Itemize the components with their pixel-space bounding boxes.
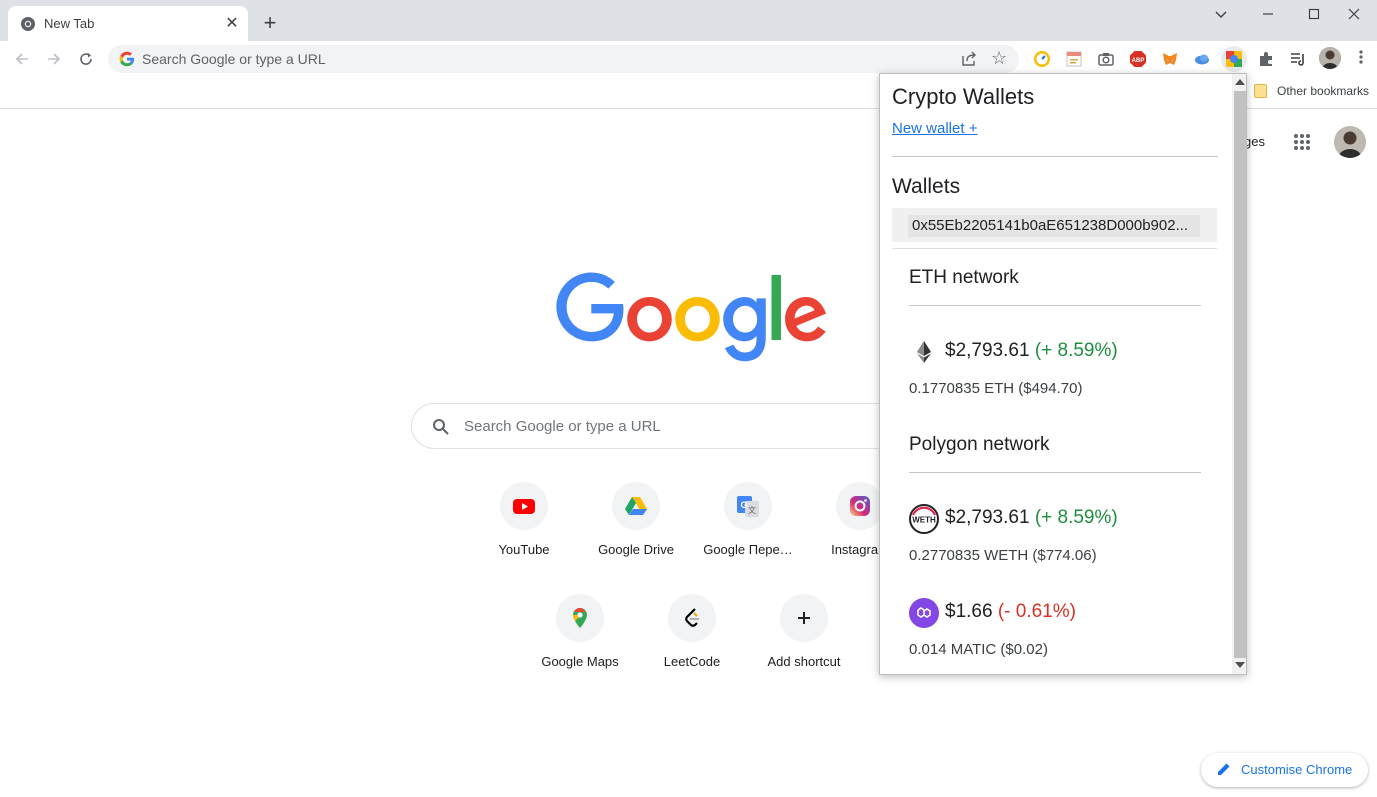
- extension-active-wallet-icon[interactable]: [1221, 46, 1247, 72]
- extension-adblock-icon[interactable]: ABP: [1129, 50, 1147, 68]
- popup-scrollbar[interactable]: [1232, 74, 1246, 674]
- svg-text:WETH: WETH: [912, 516, 936, 525]
- scroll-up-icon[interactable]: [1235, 79, 1245, 85]
- address-bar[interactable]: Search Google or type a URL ☆: [108, 45, 1019, 73]
- shortcut-label: Google Пере…: [703, 542, 793, 557]
- google-translate-icon: G文: [737, 496, 759, 517]
- divider: [892, 248, 1217, 249]
- price-value: $1.66: [945, 601, 993, 622]
- tab-close-icon[interactable]: ✕: [222, 14, 242, 34]
- shortcut-youtube[interactable]: YouTube: [468, 482, 580, 594]
- shortcut-label: Google Drive: [598, 542, 674, 557]
- shortcut-google-maps[interactable]: Google Maps: [524, 594, 636, 706]
- asset-price: $1.66 (- 0.61%): [945, 601, 1076, 623]
- shortcut-leetcode[interactable]: LeetCode: [636, 594, 748, 706]
- shortcut-label: Add shortcut: [767, 654, 841, 669]
- divider: [909, 472, 1201, 473]
- google-logo: [556, 272, 826, 362]
- add-shortcut-button[interactable]: Add shortcut: [748, 594, 860, 706]
- tab-strip: New Tab ✕ +: [0, 0, 1377, 41]
- asset-price: $2,793.61 (+ 8.59%): [945, 507, 1118, 529]
- reading-list-icon[interactable]: [1289, 50, 1307, 68]
- leetcode-icon: [685, 608, 699, 627]
- profile-avatar[interactable]: [1319, 47, 1341, 69]
- tab-search-icon[interactable]: [1198, 0, 1244, 28]
- asset-price: $2,793.61 (+ 8.59%): [945, 340, 1118, 362]
- svg-text:ABP: ABP: [1132, 58, 1145, 64]
- instagram-icon: [850, 496, 870, 516]
- extension-stopwatch-icon[interactable]: [1033, 50, 1051, 68]
- other-bookmarks-label: Other bookmarks: [1277, 84, 1370, 98]
- minimize-icon[interactable]: [1245, 0, 1291, 28]
- tab-new-tab[interactable]: New Tab ✕: [8, 6, 248, 41]
- shortcut-google-translate[interactable]: G文 Google Пере…: [692, 482, 804, 594]
- shortcut-label: Google Maps: [541, 654, 619, 669]
- wallet-address: 0x55Eb2205141b0aE651238D000b902...: [908, 215, 1200, 237]
- youtube-icon: [513, 499, 535, 514]
- polygon-matic-icon: [909, 598, 939, 628]
- extension-camera-icon[interactable]: [1097, 50, 1115, 68]
- folder-icon: [1254, 84, 1267, 98]
- scroll-thumb[interactable]: [1234, 91, 1246, 658]
- google-icon: [119, 51, 134, 67]
- asset-amount: 0.1770835 ETH ($494.70): [909, 380, 1083, 397]
- plus-icon: [798, 612, 810, 624]
- address-bar-text: Search Google or type a URL: [142, 51, 326, 67]
- divider: [909, 305, 1201, 306]
- tab-title: New Tab: [44, 16, 95, 31]
- divider: [892, 156, 1218, 157]
- svg-text:文: 文: [748, 505, 756, 515]
- images-link[interactable]: ges: [1244, 134, 1265, 149]
- crypto-wallets-popup: Crypto Wallets New wallet + Wallets 0x55…: [879, 73, 1247, 675]
- google-drive-icon: [625, 497, 647, 515]
- asset-amount: 0.014 MATIC ($0.02): [909, 641, 1048, 658]
- price-change: (+ 8.59%): [1034, 340, 1118, 361]
- scroll-down-icon[interactable]: [1235, 662, 1245, 668]
- close-window-icon[interactable]: [1331, 0, 1377, 28]
- shortcut-label: LeetCode: [663, 654, 721, 669]
- extension-metamask-icon[interactable]: [1161, 50, 1179, 68]
- extensions-puzzle-icon[interactable]: [1257, 50, 1275, 68]
- toolbar: Search Google or type a URL ☆ ABP: [0, 41, 1377, 77]
- chrome-icon: [21, 17, 35, 31]
- reload-icon[interactable]: [74, 47, 98, 71]
- google-maps-icon: [573, 608, 587, 628]
- new-tab-button[interactable]: +: [258, 12, 282, 36]
- apps-grid-icon[interactable]: [1293, 133, 1311, 151]
- price-change: (- 0.61%): [997, 601, 1076, 622]
- customise-chrome-button[interactable]: Customise Chrome: [1201, 753, 1368, 787]
- customise-chrome-label: Customise Chrome: [1241, 762, 1353, 777]
- menu-kebab-icon[interactable]: [1353, 49, 1369, 67]
- forward-icon[interactable]: [42, 47, 66, 71]
- ethereum-icon: [917, 341, 931, 363]
- network-heading-eth: ETH network: [909, 267, 1019, 288]
- search-icon: [433, 419, 449, 435]
- price-change: (+ 8.59%): [1034, 507, 1118, 528]
- weth-icon: WETH: [909, 504, 939, 534]
- network-heading-polygon: Polygon network: [909, 434, 1050, 455]
- share-icon[interactable]: [960, 50, 978, 68]
- popup-title: Crypto Wallets: [892, 84, 1035, 109]
- back-icon[interactable]: [10, 47, 34, 71]
- ntp-search-placeholder: Search Google or type a URL: [464, 418, 661, 435]
- shortcut-label: YouTube: [498, 542, 550, 557]
- bookmark-star-icon[interactable]: ☆: [991, 48, 1007, 68]
- pencil-icon: [1218, 763, 1230, 775]
- new-wallet-link[interactable]: New wallet +: [892, 120, 977, 137]
- shortcut-google-drive[interactable]: Google Drive: [580, 482, 692, 594]
- price-value: $2,793.61: [945, 340, 1030, 361]
- ntp-profile-avatar[interactable]: [1334, 126, 1366, 158]
- asset-amount: 0.2770835 WETH ($774.06): [909, 547, 1097, 564]
- extension-cloud-icon[interactable]: [1193, 50, 1211, 68]
- price-value: $2,793.61: [945, 507, 1030, 528]
- wallets-heading: Wallets: [892, 175, 961, 198]
- svg-text:G: G: [740, 500, 747, 510]
- wallet-item[interactable]: 0x55Eb2205141b0aE651238D000b902...: [892, 208, 1217, 242]
- extension-calendar-icon[interactable]: [1065, 50, 1083, 68]
